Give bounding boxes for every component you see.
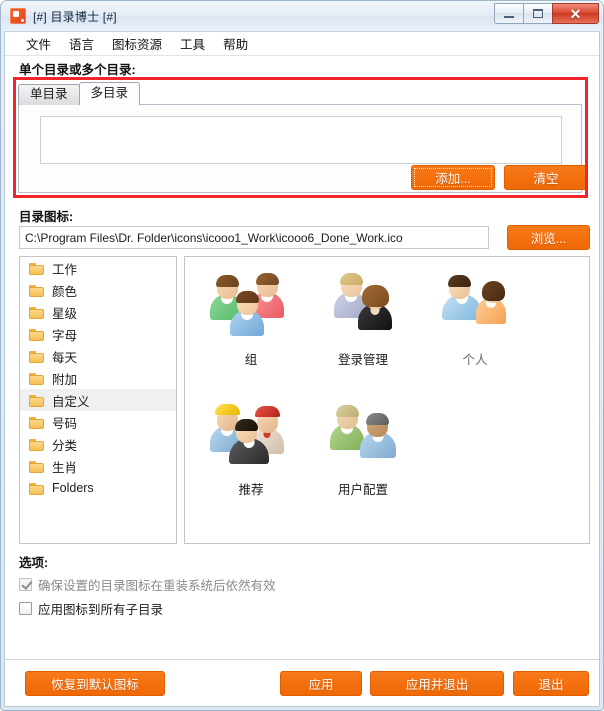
tree-item-label: 自定义: [52, 394, 90, 409]
checkbox-apply-subfolders-icon[interactable]: [19, 602, 32, 615]
tree-item[interactable]: 颜色: [20, 279, 176, 301]
folder-icon-section-label: 目录图标:: [19, 210, 74, 224]
icon-grid-item[interactable]: 推荐: [195, 395, 307, 525]
tree-item[interactable]: 号码: [20, 411, 176, 433]
folder-icon: [29, 284, 45, 297]
option-label-apply-subfolders: 应用图标到所有子目录: [38, 603, 164, 617]
clear-directories-button[interactable]: 清空: [504, 165, 588, 190]
option-row-apply-subfolders[interactable]: 应用图标到所有子目录: [19, 599, 163, 618]
icon-grid-item-label: 推荐: [238, 483, 264, 497]
tab-strip: 单目录 多目录: [18, 82, 141, 105]
icon-grid-row: 推荐 用户配置: [195, 395, 589, 525]
close-icon: ✕: [569, 5, 582, 22]
directory-tab-group: 单目录 多目录 添加... 清空: [18, 82, 588, 193]
maximize-button[interactable]: [523, 3, 552, 24]
tree-item[interactable]: 工作: [20, 257, 176, 279]
app-folder-icon: [10, 8, 26, 24]
tree-item-label: 号码: [52, 416, 78, 431]
icon-grid-item[interactable]: 用户配置: [307, 395, 419, 525]
icon-path-input[interactable]: [19, 226, 489, 249]
folder-icon: [29, 416, 45, 429]
personal-couple-icon: [432, 269, 518, 347]
login-management-icon: [320, 269, 406, 347]
user-config-icon: [320, 399, 406, 477]
tree-item-label: 星级: [52, 306, 78, 321]
apply-and-exit-button[interactable]: 应用并退出: [370, 671, 504, 696]
icon-preview-grid[interactable]: 组 登录管理 个人 推荐 用户配置: [184, 256, 590, 544]
folder-icon: [29, 306, 45, 319]
tree-item-label: 生肖: [52, 460, 78, 475]
minimize-button[interactable]: [494, 3, 523, 24]
tab-multi-directory[interactable]: 多目录: [78, 82, 141, 105]
content-area: 单个目录或多个目录: 单目录 多目录 添加... 清空 目录图标: 浏览...: [5, 56, 599, 706]
folder-icon: [29, 262, 45, 275]
recommend-workers-icon: [208, 399, 294, 477]
restore-default-icon-button[interactable]: 恢复到默认图标: [25, 671, 165, 696]
tree-item-label: 分类: [52, 438, 78, 453]
window-controls: ✕: [494, 3, 599, 24]
icon-grid-item-label: 用户配置: [337, 483, 388, 497]
icon-grid-row: 组 登录管理 个人: [195, 265, 589, 395]
menu-item-language[interactable]: 语言: [60, 32, 103, 55]
tree-item-label: 字母: [52, 328, 78, 343]
folder-icon: [29, 438, 45, 451]
icon-grid-item-label: 个人: [462, 353, 488, 367]
menu-item-file[interactable]: 文件: [17, 32, 60, 55]
menu-item-help[interactable]: 帮助: [214, 32, 257, 55]
option-row-persist[interactable]: 确保设置的目录图标在重装系统后依然有效: [19, 575, 276, 594]
tree-item-label: 每天: [52, 350, 78, 365]
tree-item-label: 工作: [52, 262, 78, 277]
icon-category-tree[interactable]: 工作 颜色 星级 字母 每天 附加 自定义 号码 分类 生肖 Folders: [19, 256, 177, 544]
folder-icon: [29, 328, 45, 341]
options-area: 选项: 确保设置的目录图标在重装系统后依然有效 应用图标到所有子目录: [5, 552, 599, 660]
tab-single-directory[interactable]: 单目录: [18, 84, 80, 105]
icon-grid-item[interactable]: 组: [195, 265, 307, 395]
icon-grid-item-label: 组: [244, 353, 258, 367]
close-button[interactable]: ✕: [552, 3, 599, 24]
browse-button[interactable]: 浏览...: [507, 225, 590, 250]
add-directory-button[interactable]: 添加...: [411, 165, 495, 190]
tree-item[interactable]: Folders: [20, 477, 176, 499]
tree-item[interactable]: 字母: [20, 323, 176, 345]
tree-item[interactable]: 分类: [20, 433, 176, 455]
tree-item[interactable]: 每天: [20, 345, 176, 367]
exit-button[interactable]: 退出: [513, 671, 589, 696]
checkbox-persist-icon[interactable]: [19, 578, 32, 591]
footer-button-bar: 恢复到默认图标 应用 应用并退出 退出: [5, 659, 599, 706]
option-label-persist: 确保设置的目录图标在重装系统后依然有效: [38, 579, 276, 593]
application-window: [#] 目录博士 [#] ✕ 文件 语言 图标资源 工具 帮助 单个目录或多个目…: [0, 0, 604, 711]
apply-button[interactable]: 应用: [280, 671, 362, 696]
menu-bar: 文件 语言 图标资源 工具 帮助: [5, 32, 599, 56]
multi-directory-input[interactable]: [40, 116, 562, 164]
folder-icon: [29, 372, 45, 385]
folder-icon: [29, 350, 45, 363]
tab-panel-multi-directory: 添加... 清空: [18, 104, 588, 193]
group-people-icon: [208, 269, 294, 347]
tree-item[interactable]: 生肖: [20, 455, 176, 477]
window-title: [#] 目录博士 [#]: [33, 9, 117, 24]
options-label: 选项:: [19, 556, 49, 570]
icon-grid-item[interactable]: 个人: [419, 265, 531, 395]
tree-item-label: Folders: [52, 481, 94, 495]
directory-section-label: 单个目录或多个目录:: [19, 63, 136, 77]
folder-icon: [29, 460, 45, 473]
maximize-icon: [533, 9, 543, 18]
menu-item-tools[interactable]: 工具: [171, 32, 214, 55]
folder-icon: [29, 394, 45, 407]
folder-icon: [29, 482, 45, 495]
tree-item[interactable]: 附加: [20, 367, 176, 389]
client-area: 文件 语言 图标资源 工具 帮助 单个目录或多个目录: 单目录 多目录 添加..…: [4, 31, 600, 707]
tree-item-label: 颜色: [52, 284, 78, 299]
icon-grid-item[interactable]: 登录管理: [307, 265, 419, 395]
menu-item-icon-resources[interactable]: 图标资源: [103, 32, 171, 55]
icon-grid-item-label: 登录管理: [337, 353, 388, 367]
tree-item-selected[interactable]: 自定义: [20, 389, 176, 411]
title-bar[interactable]: [#] 目录博士 [#] ✕: [1, 1, 603, 31]
tree-item[interactable]: 星级: [20, 301, 176, 323]
minimize-icon: [504, 13, 514, 18]
tree-item-label: 附加: [52, 372, 78, 387]
